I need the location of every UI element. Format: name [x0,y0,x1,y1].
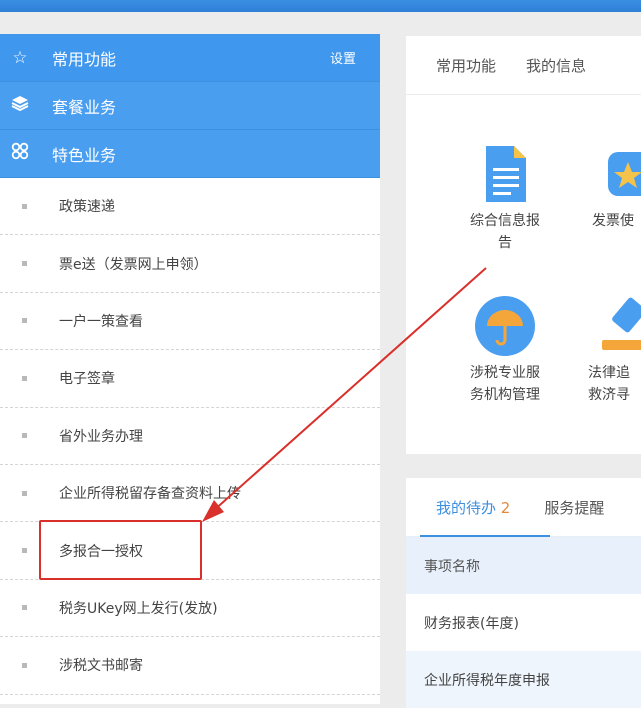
annotation-arrow [202,267,487,522]
